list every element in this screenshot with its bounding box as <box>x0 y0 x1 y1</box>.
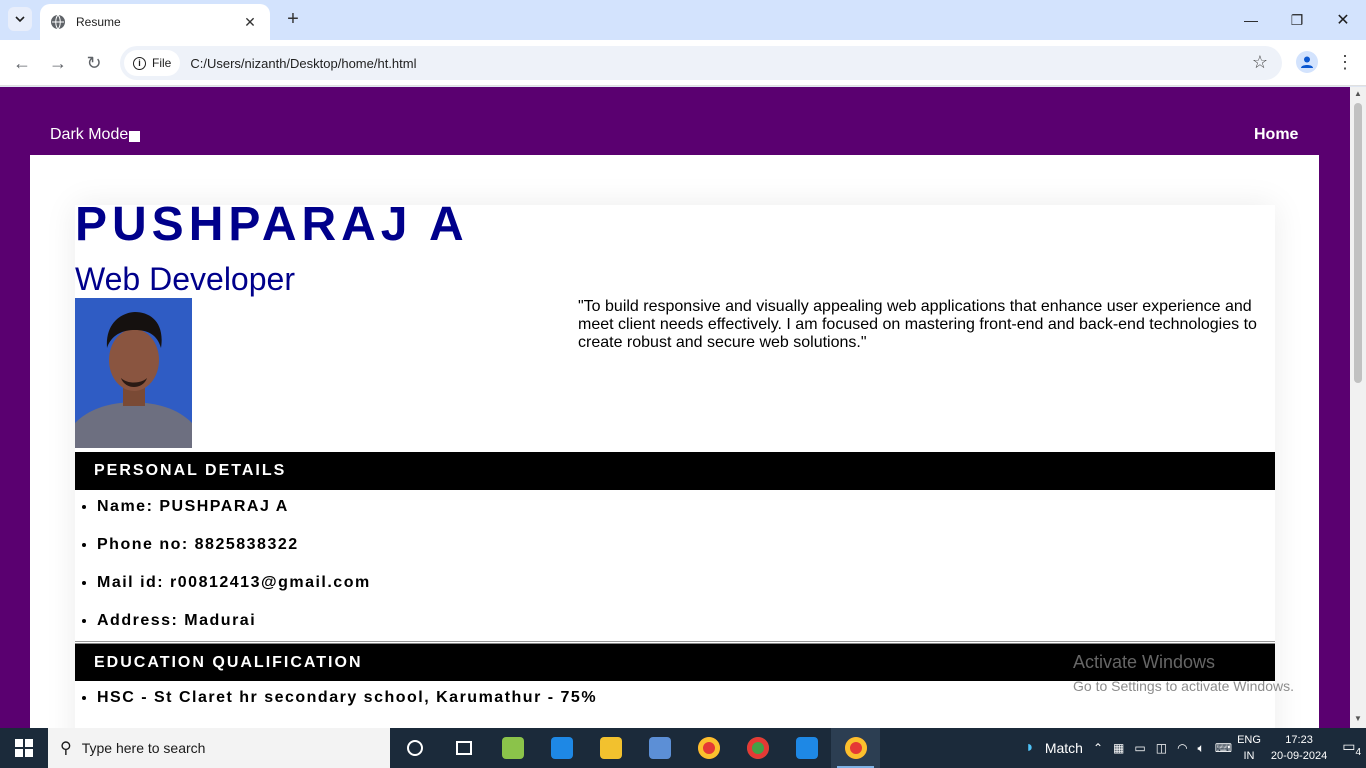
section-divider <box>75 641 1275 642</box>
tab-strip: Resume ✕ + — ❐ ✕ <box>0 0 1366 40</box>
browser-menu-icon[interactable]: ⋮ <box>1336 50 1354 74</box>
restore-button[interactable]: ❐ <box>1274 0 1320 40</box>
info-icon: i <box>133 56 146 70</box>
browser-toolbar: ← → ↻ i File C:/Users/nizanth/Desktop/ho… <box>0 40 1366 86</box>
watermark-subtitle: Go to Settings to activate Windows. <box>1073 678 1294 694</box>
watermark-title: Activate Windows <box>1073 652 1216 672</box>
page-viewport: Dark Mode Home PUSHPARAJ A Web Developer… <box>0 87 1350 728</box>
profile-photo <box>75 298 192 448</box>
region-code: IN <box>1243 750 1255 762</box>
profile-avatar[interactable] <box>1296 51 1318 73</box>
wifi-icon[interactable]: ◠ <box>1177 741 1187 755</box>
search-placeholder: Type here to search <box>81 740 206 756</box>
new-tab-button[interactable]: + <box>282 8 304 30</box>
person-icon <box>1301 56 1313 68</box>
search-icon: ⚲ <box>60 740 72 757</box>
network-app-icon[interactable] <box>635 728 684 768</box>
meet-now-icon[interactable]: ◫ <box>1156 741 1167 755</box>
mail-app-icon[interactable] <box>537 728 586 768</box>
file-explorer-icon[interactable] <box>586 728 635 768</box>
notification-icon[interactable]: ▭4 <box>1342 738 1361 758</box>
forward-button[interactable]: → <box>46 51 70 75</box>
chrome-profile-icon[interactable] <box>733 728 782 768</box>
scroll-up-arrow[interactable]: ▲ <box>1350 89 1366 101</box>
notepad-app-icon[interactable] <box>488 728 537 768</box>
activate-windows-watermark: Activate Windows Go to Settings to activ… <box>1073 652 1294 694</box>
globe-icon <box>51 14 65 30</box>
keyboard-icon[interactable]: ⌨ <box>1215 741 1232 755</box>
chevron-up-icon[interactable]: ⌃ <box>1093 741 1103 755</box>
candidate-name: PUSHPARAJ A <box>75 198 469 251</box>
close-tab-icon[interactable]: ✕ <box>240 14 260 31</box>
personal-details-list: Name: PUSHPARAJ A Phone no: 8825838322 M… <box>75 491 371 643</box>
site-chip-label: File <box>152 56 172 70</box>
clock-date: 20-09-2024 <box>1270 750 1328 762</box>
cortana-icon[interactable] <box>390 728 439 768</box>
taskbar-search[interactable]: ⚲ Type here to search <box>48 728 390 768</box>
list-item: Address: Madurai <box>97 605 371 643</box>
bookmark-star-icon[interactable]: ☆ <box>1252 52 1268 73</box>
tab-resume[interactable]: Resume ✕ <box>40 4 270 40</box>
volume-icon[interactable]: 🔈︎ <box>1198 741 1205 756</box>
windows-logo-icon <box>15 739 33 757</box>
dark-mode-toggle[interactable]: Dark Mode <box>50 126 141 144</box>
list-item: Name: PUSHPARAJ A <box>97 491 371 529</box>
reload-button[interactable]: ↻ <box>82 51 106 75</box>
list-item: HSC - St Claret hr secondary school, Kar… <box>97 682 597 720</box>
tab-search-button[interactable] <box>8 7 32 31</box>
list-item: Mail id: r00812413@gmail.com <box>97 567 371 605</box>
chevron-down-icon <box>15 16 25 23</box>
education-list: HSC - St Claret hr secondary school, Kar… <box>75 682 597 720</box>
system-tray: ◗ Match ⌃ ▦ ▭ ◫ ◠ 🔈︎ ⌨ ENG IN 17:23 20-0… <box>1020 728 1366 768</box>
dark-mode-label: Dark Mode <box>50 126 129 143</box>
url-text[interactable]: C:/Users/nizanth/Desktop/home/ht.html <box>190 56 416 71</box>
taskbar-clock[interactable]: 17:23 20-09-2024 <box>1271 732 1327 764</box>
address-bar[interactable]: i File C:/Users/nizanth/Desktop/home/ht.… <box>120 46 1282 80</box>
home-link[interactable]: Home <box>1254 126 1298 144</box>
back-button[interactable]: ← <box>10 51 34 75</box>
vscode-icon[interactable] <box>782 728 831 768</box>
dark-mode-checkbox[interactable] <box>129 130 141 142</box>
input-language[interactable]: ENG IN <box>1237 732 1261 764</box>
minimize-button[interactable]: — <box>1228 0 1274 40</box>
task-view-icon[interactable] <box>439 728 488 768</box>
list-item: Phone no: 8825838322 <box>97 529 371 567</box>
personal-details-heading: PERSONAL DETAILS <box>75 452 1275 490</box>
site-info-chip[interactable]: i File <box>124 50 181 76</box>
chrome-icon[interactable] <box>684 728 733 768</box>
weather-icon[interactable]: ◗ <box>1025 739 1035 757</box>
career-objective: "To build responsive and visually appeal… <box>578 298 1257 351</box>
battery-icon[interactable]: ▭ <box>1134 741 1145 755</box>
notification-count: 4 <box>1355 746 1361 758</box>
scroll-thumb[interactable] <box>1354 103 1362 383</box>
candidate-role: Web Developer <box>75 261 295 297</box>
tab-title: Resume <box>76 15 121 29</box>
page-scrollbar[interactable]: ▲ ▼ <box>1350 87 1366 728</box>
clock-time: 17:23 <box>1285 734 1313 746</box>
start-button[interactable] <box>0 728 48 768</box>
chrome-active-icon[interactable] <box>831 728 880 768</box>
resume-sheet: PUSHPARAJ A Web Developer "To build resp… <box>30 155 1319 728</box>
close-window-button[interactable]: ✕ <box>1320 0 1366 40</box>
scroll-down-arrow[interactable]: ▼ <box>1350 714 1366 726</box>
color-app-icon[interactable]: ▦ <box>1113 741 1124 755</box>
weather-label[interactable]: Match <box>1045 740 1083 756</box>
lang-code: ENG <box>1237 734 1261 746</box>
windows-taskbar: ⚲ Type here to search ◗ Match ⌃ ▦ ▭ ◫ ◠ … <box>0 728 1366 768</box>
